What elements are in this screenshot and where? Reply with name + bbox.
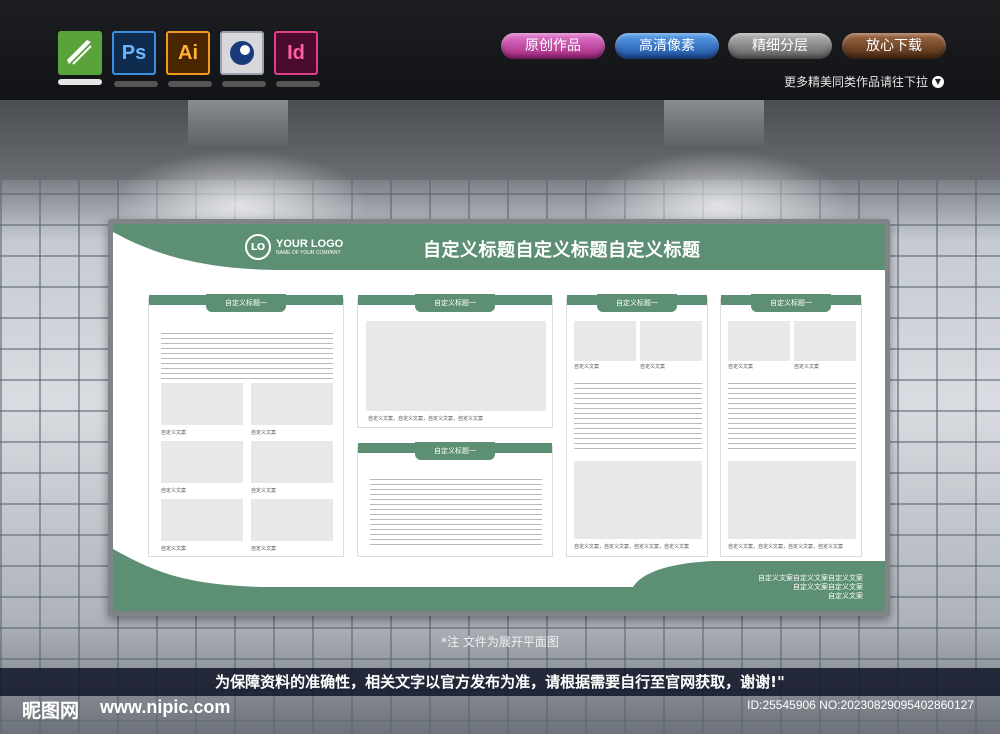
- panel-title: 自定义标题一: [415, 442, 495, 460]
- top-bar: Ps Ai Id 原创作品 高清像素 精细分层 放心下载 更多精美同类作品请往下…: [0, 0, 1000, 100]
- image-placeholder: [251, 441, 333, 483]
- software-icons: Ps Ai Id: [58, 31, 320, 87]
- image-placeholder: [794, 321, 856, 361]
- image-placeholder: [574, 461, 702, 539]
- panel-title: 自定义标题一: [415, 294, 495, 312]
- hd-pixels-button[interactable]: 高清像素: [615, 33, 719, 59]
- content-panel: 自定义标题一 自定义文案 自定义文案 自定义文案，自定义文案，自定义文案，自定义…: [720, 294, 862, 557]
- image-placeholder: [366, 321, 546, 411]
- panel-title: 自定义标题一: [597, 294, 677, 312]
- image-placeholder: [640, 321, 702, 361]
- safe-download-button[interactable]: 放心下载: [842, 33, 946, 59]
- company-logo: LO YOUR LOGO NAME OF YOUR COMPANY: [245, 234, 343, 260]
- image-placeholder: [574, 321, 636, 361]
- more-works-link[interactable]: 更多精美同类作品请往下拉 ▼: [784, 73, 944, 90]
- disclaimer-banner: 为保障资料的准确性，相关文字以官方发布为准，请根据需要自行至官网获取，谢谢!": [0, 668, 1000, 696]
- panel-title: 自定义标题一: [751, 294, 831, 312]
- content-panel: 自定义标题一 自定义文案 自定义文案 自定义文案，自定义文案，自定义文案，自定义…: [566, 294, 708, 557]
- image-placeholder: [728, 321, 790, 361]
- watermark-brand: 昵图网: [22, 700, 80, 722]
- coreldraw-icon[interactable]: [58, 31, 102, 85]
- image-placeholder: [161, 383, 243, 425]
- board-title: 自定义标题自定义标题自定义标题: [423, 240, 701, 261]
- watermark-url: www.nipic.com: [100, 697, 231, 717]
- indesign-icon[interactable]: Id: [274, 31, 320, 87]
- image-id: ID:25545906 NO:20230829095402860127: [747, 698, 974, 712]
- original-work-button[interactable]: 原创作品: [501, 33, 605, 59]
- illustrator-icon[interactable]: Ai: [166, 31, 212, 87]
- content-panel: 自定义标题一 自定义文案，自定义文案，自定义文案，自定义文案: [357, 294, 553, 428]
- image-placeholder: [728, 461, 856, 539]
- logo-icon: LO: [245, 234, 271, 260]
- image-placeholder: [161, 499, 243, 541]
- chevron-down-icon: ▼: [932, 75, 944, 88]
- image-placeholder: [251, 383, 333, 425]
- cinema4d-icon[interactable]: [220, 31, 266, 87]
- layout-note: *注 文件为展开平面图: [441, 635, 559, 649]
- photoshop-icon[interactable]: Ps: [112, 31, 158, 87]
- footer-text: 自定义文案自定义文案自定义文案 自定义文案自定义文案 自定义文案: [758, 574, 863, 600]
- panel-title: 自定义标题一: [206, 294, 286, 312]
- content-panel: 自定义标题一 自定义文案 自定义文案 自定义文案 自定义文案 自定义文案 自定义…: [148, 294, 344, 557]
- fine-layers-button[interactable]: 精细分层: [728, 33, 832, 59]
- ceiling-lamp: [664, 100, 764, 150]
- ceiling-lamp: [188, 100, 288, 150]
- image-placeholder: [161, 441, 243, 483]
- display-board: LO YOUR LOGO NAME OF YOUR COMPANY 自定义标题自…: [108, 219, 890, 616]
- image-placeholder: [251, 499, 333, 541]
